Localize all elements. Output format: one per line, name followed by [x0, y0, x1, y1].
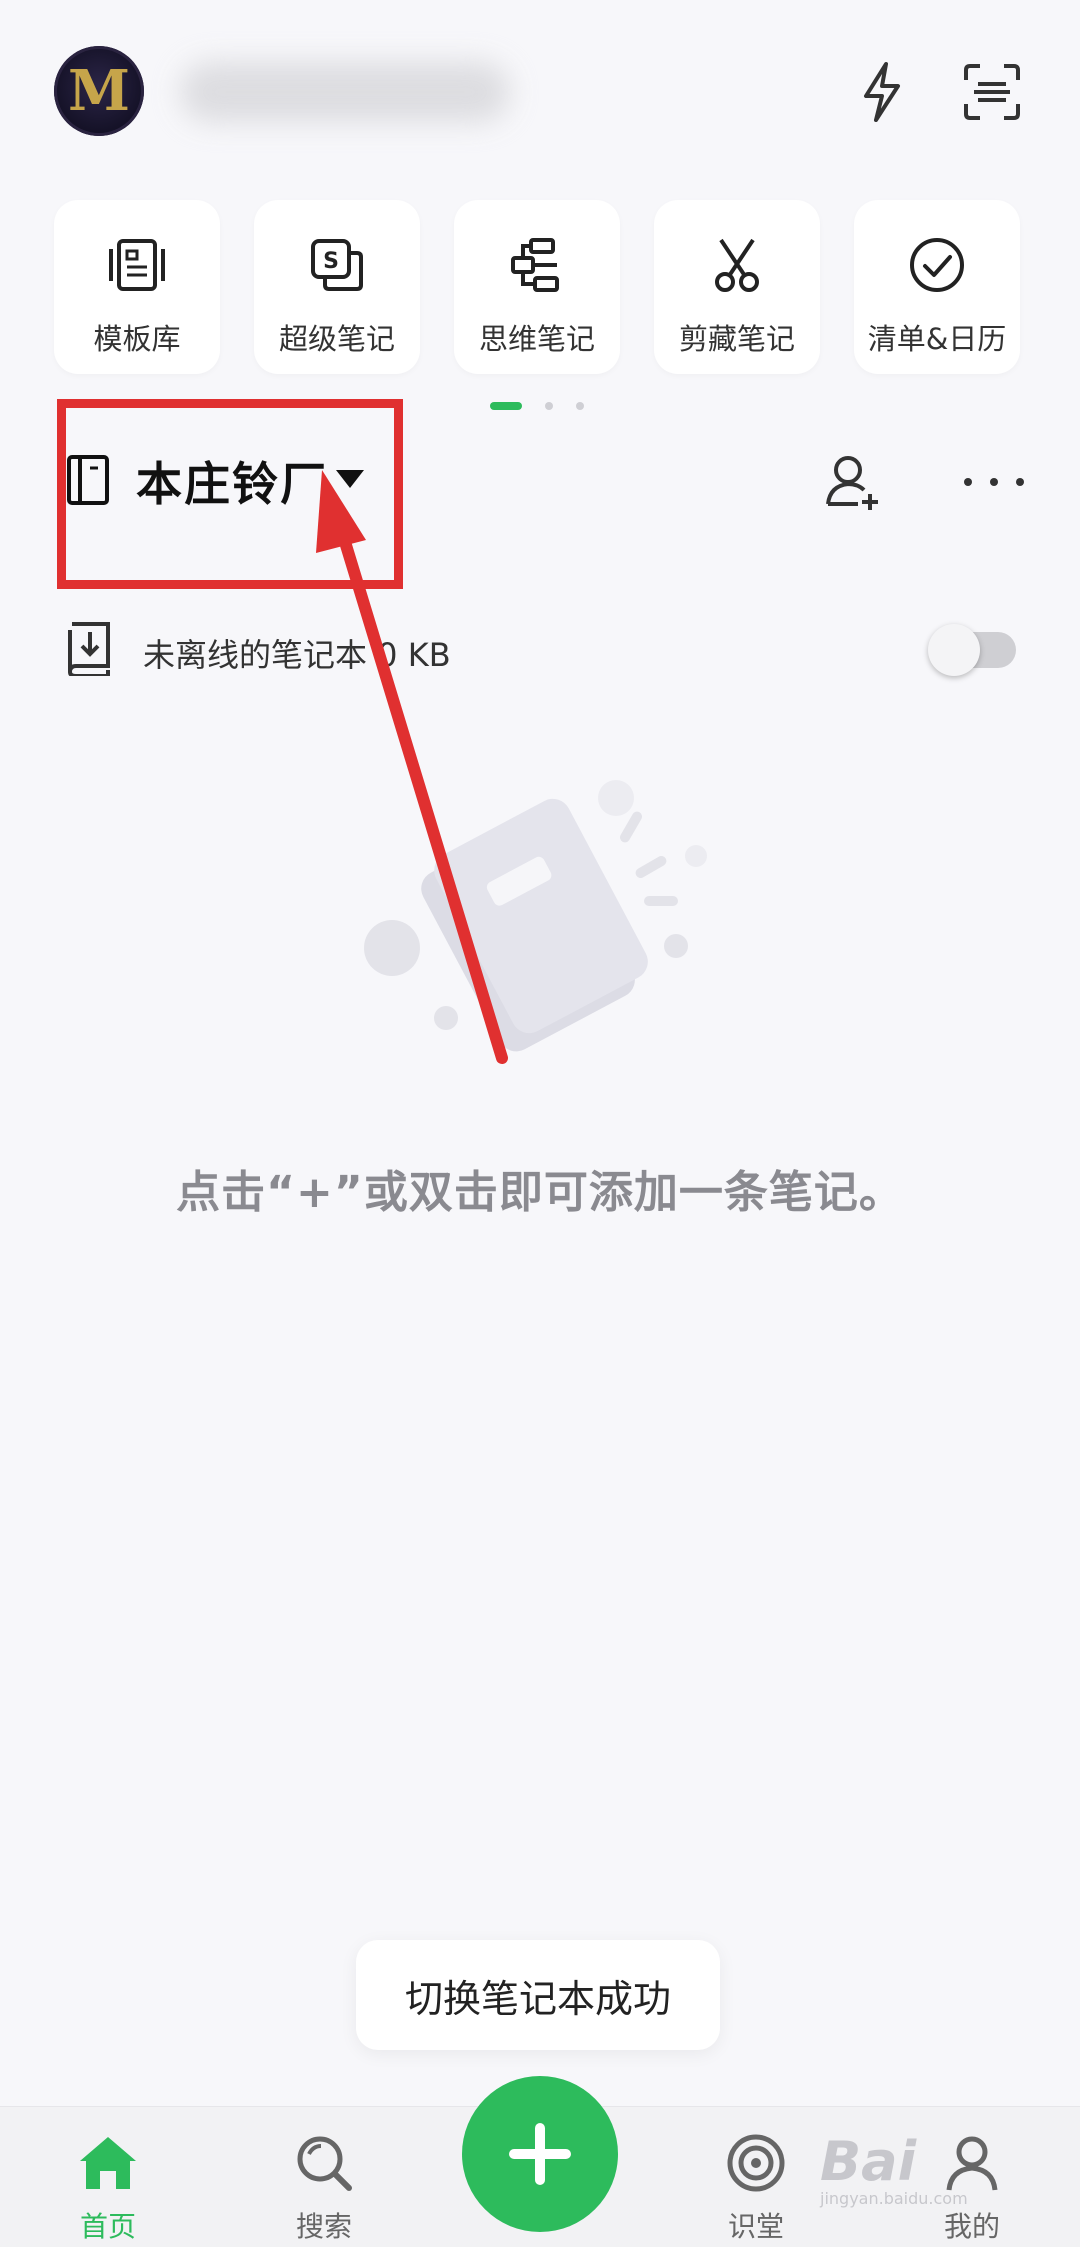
scissors-icon	[654, 234, 820, 296]
watermark-logo: Bai jingyan.baidu.com	[820, 2130, 1060, 2220]
plus-icon	[509, 2123, 571, 2185]
tool-mind-map[interactable]: 思维笔记	[454, 200, 620, 374]
nav-label: 搜索	[295, 2210, 352, 2243]
nav-search[interactable]: 搜索	[254, 2127, 394, 2243]
nav-learn[interactable]: 识堂	[686, 2127, 826, 2243]
tool-checklist[interactable]: 清单&日历	[854, 200, 1020, 374]
offline-toggle[interactable]	[928, 624, 1016, 676]
tool-template[interactable]: 模板库	[54, 200, 220, 374]
more-dot	[990, 478, 998, 486]
tool-label: 超级笔记	[278, 322, 395, 356]
toast-message: 切换笔记本成功	[356, 1940, 720, 2050]
offline-download-icon	[64, 620, 112, 680]
toggle-knob	[928, 624, 980, 676]
offline-status-text: 未离线的笔记本 0 KB	[143, 636, 451, 674]
add-note-button[interactable]	[462, 2076, 618, 2232]
pager-dot	[576, 402, 584, 410]
super-note-icon: S	[254, 234, 420, 296]
pager-dot-active	[490, 402, 522, 410]
tool-label: 思维笔记	[478, 322, 595, 356]
empty-notebook-illustration	[356, 770, 726, 1070]
learn-icon	[686, 2131, 826, 2195]
empty-state-message: 点击“+”或双击即可添加一条笔记。	[176, 1167, 904, 1218]
toast-text: 切换笔记本成功	[404, 1976, 671, 2021]
tool-super-note[interactable]: S 超级笔记	[254, 200, 420, 374]
home-icon	[38, 2131, 178, 2195]
svg-text:S: S	[323, 249, 339, 274]
nav-home[interactable]: 首页	[38, 2127, 178, 2243]
tool-clip[interactable]: 剪藏笔记	[654, 200, 820, 374]
tool-label: 清单&日历	[867, 322, 1007, 356]
watermark-url: jingyan.baidu.com	[820, 2189, 968, 2208]
checklist-icon	[854, 234, 1020, 296]
pager-dot	[545, 402, 553, 410]
nav-label: 首页	[79, 2210, 136, 2243]
offline-row: 未离线的笔记本 0 KB	[0, 612, 1080, 688]
tool-label: 剪藏笔记	[678, 322, 795, 356]
search-icon	[254, 2131, 394, 2195]
more-dot	[964, 478, 972, 486]
tool-label: 模板库	[93, 322, 181, 356]
username-blurred	[180, 62, 510, 122]
top-header: M	[0, 0, 1080, 190]
quick-tools: 模板库 S 超级笔记 思维笔记 剪藏笔记 清单&日历	[54, 200, 1054, 376]
add-member-icon[interactable]	[822, 450, 886, 514]
avatar-letter: M	[68, 58, 130, 124]
more-options-icon[interactable]	[964, 462, 1024, 502]
template-icon	[54, 234, 220, 296]
user-avatar[interactable]: M	[54, 46, 144, 136]
mind-map-icon	[454, 234, 620, 296]
watermark-text: Bai	[820, 2130, 917, 2193]
nav-label: 识堂	[727, 2210, 784, 2243]
more-dot	[1016, 478, 1024, 486]
annotation-highlight-box	[57, 399, 403, 589]
scan-icon[interactable]	[960, 60, 1024, 124]
lightning-icon[interactable]	[850, 60, 914, 124]
